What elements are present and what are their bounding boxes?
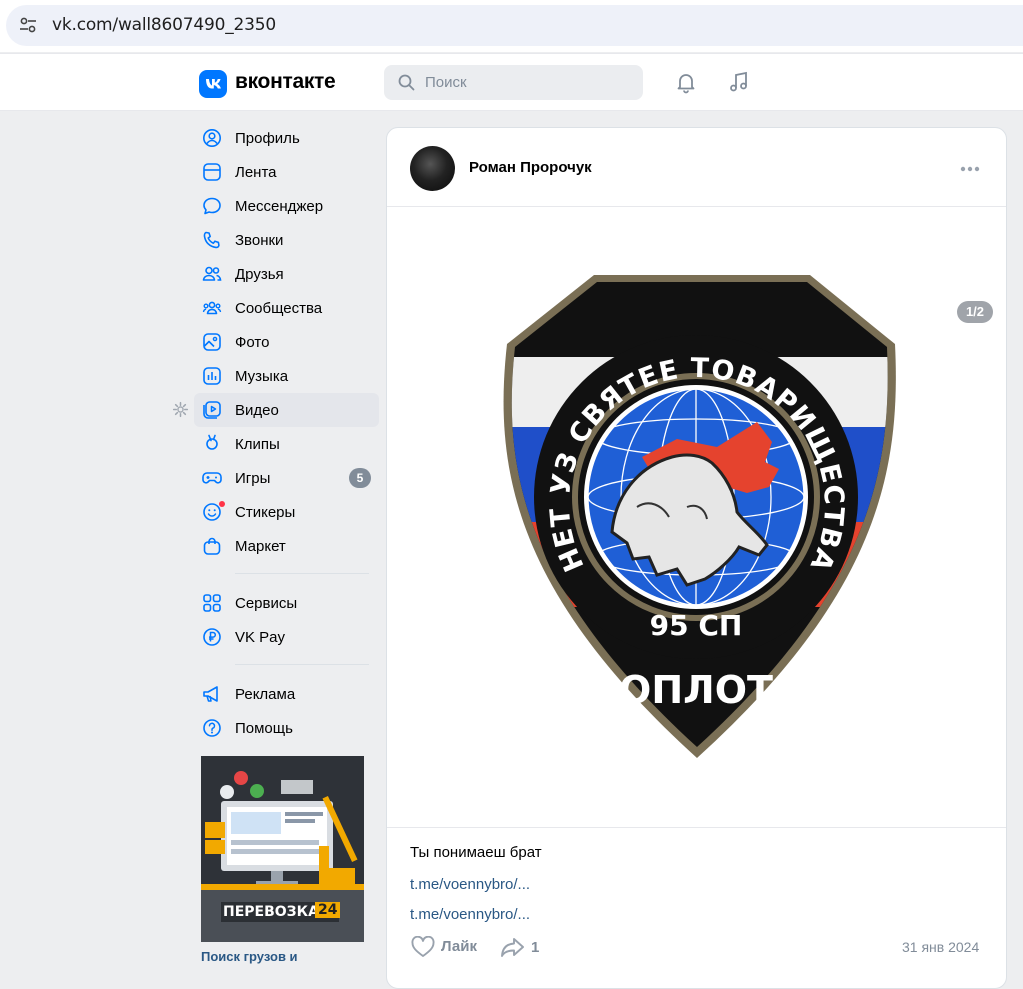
new-stickers-dot	[219, 501, 225, 507]
post-link[interactable]: t.me/voennybro/...	[410, 876, 530, 893]
sidebar-item-label: Сервисы	[235, 595, 298, 612]
market-icon	[203, 537, 221, 555]
feed-icon	[203, 163, 221, 181]
sidebar-item-market[interactable]: Маркет	[194, 529, 379, 563]
sidebar-item-help[interactable]: Помощь	[194, 711, 379, 745]
sidebar-item-games[interactable]: Игры 5	[194, 461, 379, 495]
profile-icon	[203, 129, 221, 147]
nav-divider	[235, 664, 369, 665]
sidebar-item-label: Маркет	[235, 538, 286, 555]
browser-address-bar: vk.com/wall8607490_2350	[0, 0, 1023, 52]
games-icon	[202, 472, 222, 484]
music-icon	[203, 367, 221, 385]
megaphone-icon	[203, 686, 218, 702]
author-avatar[interactable]	[410, 146, 455, 191]
more-options-icon[interactable]	[960, 166, 980, 172]
unit-emblem: НЕТ УЗ СВЯТЕЕ ТОВАРИЩЕСТВА 95 СП ОПЛОТ	[503, 275, 896, 758]
post-date[interactable]: 31 янв 2024	[902, 939, 979, 955]
share-icon[interactable]	[500, 936, 526, 958]
bell-icon[interactable]	[674, 70, 698, 94]
vkpay-icon	[203, 628, 221, 646]
search-input[interactable]: Поиск	[384, 65, 643, 100]
sidebar-item-label: VK Pay	[235, 629, 286, 646]
sidebar-item-feed[interactable]: Лента	[194, 155, 379, 189]
sidebar-item-label: Звонки	[235, 232, 284, 249]
sidebar-item-clips[interactable]: Клипы	[194, 427, 379, 461]
ad-banner-number: 24	[315, 902, 341, 918]
ad-caption[interactable]: Поиск грузов и	[201, 949, 298, 964]
sidebar-item-label: Мессенджер	[235, 198, 324, 215]
search-placeholder: Поиск	[425, 74, 467, 91]
sidebar-item-label: Музыка	[235, 368, 289, 385]
sidebar-item-communities[interactable]: Сообщества	[194, 291, 379, 325]
sidebar-item-vkpay[interactable]: VK Pay	[194, 620, 379, 654]
sidebar-item-stickers[interactable]: Стикеры	[194, 495, 379, 529]
music-icon[interactable]	[727, 70, 751, 94]
site-settings-icon[interactable]	[18, 15, 38, 35]
clips-icon	[206, 434, 218, 450]
vk-header: вконтакте Поиск	[0, 53, 1023, 111]
search-icon	[398, 74, 415, 91]
heart-icon[interactable]	[411, 936, 435, 958]
friends-icon	[202, 266, 222, 281]
sidebar-item-label: Профиль	[235, 130, 300, 147]
author-name[interactable]: Роман Пророчук	[469, 159, 592, 176]
wall-post: Роман Пророчук НЕТ УЗ СВЯТЕЕ ТОВАРИЩЕСТВ…	[386, 127, 1007, 989]
logo-text[interactable]: вконтакте	[235, 70, 336, 94]
games-count-badge: 5	[349, 468, 371, 488]
sidebar-item-label: Игры	[235, 470, 271, 487]
sidebar-item-label: Помощь	[235, 720, 293, 737]
sidebar-item-label: Сообщества	[235, 300, 323, 317]
left-nav: Профиль Лента Мессенджер Звонки Друзья С…	[194, 121, 379, 745]
share-count[interactable]: 1	[531, 939, 539, 956]
sidebar-item-label: Клипы	[235, 436, 280, 453]
sidebar-item-label: Видео	[235, 402, 279, 419]
messenger-icon	[203, 197, 221, 215]
video-icon	[203, 401, 221, 419]
sidebar-item-ads[interactable]: Реклама	[194, 677, 379, 711]
nav-divider	[235, 573, 369, 574]
help-icon	[203, 719, 221, 737]
like-button[interactable]: Лайк	[441, 938, 477, 955]
sidebar-item-messenger[interactable]: Мессенджер	[194, 189, 379, 223]
post-photo[interactable]: НЕТ УЗ СВЯТЕЕ ТОВАРИЩЕСТВА 95 СП ОПЛОТ 1…	[387, 207, 1006, 827]
ad-banner-title: ПЕРЕВОЗКА	[223, 904, 319, 920]
post-link[interactable]: t.me/voennybro/...	[410, 906, 530, 923]
post-divider	[387, 827, 1006, 828]
sidebar-item-photos[interactable]: Фото	[194, 325, 379, 359]
sidebar-item-label: Лента	[235, 164, 277, 181]
services-icon	[203, 594, 221, 612]
post-text: Ты понимаеш брат	[410, 844, 542, 861]
ad-banner[interactable]: ПЕРЕВОЗКА 24	[201, 756, 364, 942]
sidebar-item-label: Друзья	[235, 266, 284, 283]
vk-logo-icon[interactable]	[199, 70, 227, 98]
sidebar-item-friends[interactable]: Друзья	[194, 257, 379, 291]
photo-counter: 1/2	[957, 301, 993, 323]
sidebar-item-label: Фото	[235, 334, 270, 351]
sidebar-item-calls[interactable]: Звонки	[194, 223, 379, 257]
photo-icon	[203, 333, 221, 351]
sidebar-item-profile[interactable]: Профиль	[194, 121, 379, 155]
phone-icon	[203, 231, 220, 249]
sidebar-item-services[interactable]: Сервисы	[194, 586, 379, 620]
sidebar-item-video[interactable]: Видео	[194, 393, 379, 427]
sidebar-item-music[interactable]: Музыка	[194, 359, 379, 393]
emblem-unit-text: 95 СП	[650, 609, 743, 642]
sidebar-item-label: Стикеры	[235, 504, 296, 521]
communities-icon	[202, 301, 222, 315]
gear-icon[interactable]	[172, 401, 189, 418]
sidebar-item-label: Реклама	[235, 686, 296, 703]
emblem-name-text: ОПЛОТ	[619, 668, 773, 712]
url-text[interactable]: vk.com/wall8607490_2350	[52, 15, 276, 35]
